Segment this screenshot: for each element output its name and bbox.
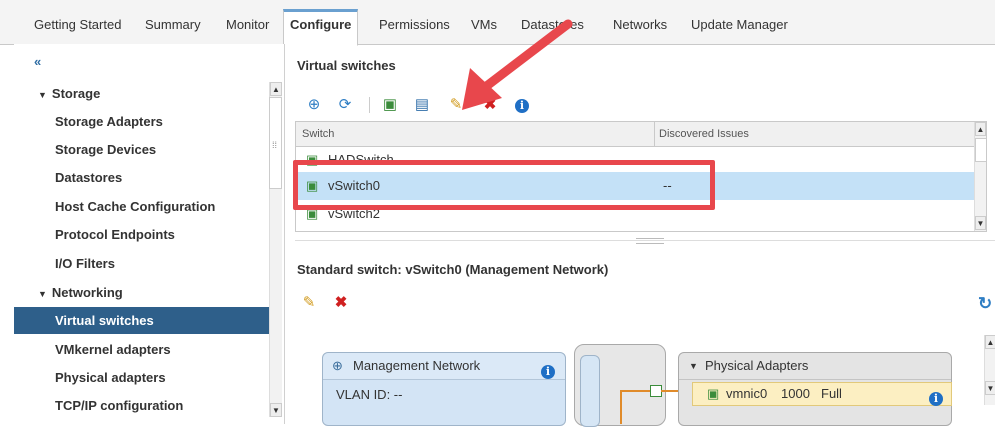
sidebar-item-physical-adapters[interactable]: Physical adapters — [14, 364, 270, 391]
scroll-down-icon[interactable]: ▼ — [975, 216, 986, 230]
adapter-speed: 1000 — [781, 386, 810, 401]
annotation-arrow-icon — [462, 19, 573, 110]
uplink-line — [620, 390, 622, 424]
sidebar-item-vmkernel-adapters[interactable]: VMkernel adapters — [14, 336, 270, 363]
scroll-up-icon[interactable]: ▲ — [270, 82, 282, 96]
tab-summary[interactable]: Summary — [139, 12, 207, 44]
collapse-triangle-icon[interactable]: ▼ — [689, 353, 698, 379]
tab-getting-started[interactable]: Getting Started — [28, 12, 127, 44]
sidebar-item-tcpip-configuration[interactable]: TCP/IP configuration — [14, 392, 270, 419]
standard-switch-title: Standard switch: vSwitch0 (Management Ne… — [297, 262, 609, 277]
tab-networks[interactable]: Networks — [607, 12, 673, 44]
sidebar-section-storage[interactable]: ▼ Storage — [14, 80, 270, 107]
collapse-sidebar-icon[interactable]: « — [34, 54, 41, 69]
sidebar-item-io-filters[interactable]: I/O Filters — [14, 250, 270, 277]
adapter-name: vmnic0 — [726, 386, 768, 401]
physical-adapters-label: Physical Adapters — [705, 358, 809, 373]
sidebar-item-storage-devices[interactable]: Storage Devices — [14, 136, 270, 163]
add-host-networking-icon[interactable]: ⊕ — [305, 96, 323, 114]
configure-sidebar: « ▼ Storage Storage Adapters Storage Devi… — [14, 44, 285, 424]
nic-icon: ▣ — [707, 386, 720, 401]
edit-pencil-icon[interactable]: ✎ — [300, 294, 318, 312]
annotation-highlight-box — [293, 160, 715, 210]
scroll-up-icon[interactable]: ▲ — [975, 122, 986, 136]
tab-monitor[interactable]: Monitor — [220, 12, 275, 44]
delete-x-icon[interactable]: ✖ — [332, 294, 350, 312]
toolbar-divider — [369, 97, 370, 113]
view-settings-icon[interactable]: ▤ — [413, 96, 431, 114]
resize-grip-icon[interactable]: ⁞⁞ — [272, 140, 277, 150]
refresh-icon[interactable]: ↻ — [978, 294, 992, 314]
collapse-triangle-icon: ▼ — [38, 90, 47, 100]
sidebar-item-virtual-switches[interactable]: Virtual switches — [14, 307, 270, 334]
physical-adapter-row[interactable]: ▣ vmnic0 1000 Full i — [692, 382, 952, 406]
table-scroll-thumb[interactable] — [975, 138, 986, 162]
column-header-discovered-issues[interactable]: Discovered Issues — [655, 122, 979, 147]
table-scrollbar[interactable]: ▲ ▼ — [974, 122, 986, 231]
tab-configure[interactable]: Configure — [283, 9, 359, 46]
diagram-scrollbar[interactable]: ▲ ▼ — [984, 335, 995, 405]
uplink-line — [620, 390, 650, 392]
info-icon[interactable]: i — [929, 387, 943, 409]
scroll-up-icon[interactable]: ▲ — [985, 335, 995, 349]
vlan-id-label: VLAN ID: -- — [336, 387, 403, 402]
section-title: Virtual switches — [297, 58, 396, 73]
tab-update-manager[interactable]: Update Manager — [685, 12, 794, 44]
collapse-triangle-icon: ▼ — [38, 289, 47, 299]
splitter-grip-icon[interactable] — [636, 238, 664, 244]
port-group-icon: ⊕ — [332, 358, 343, 373]
migrate-adapter-icon[interactable]: ▣ — [381, 96, 399, 114]
column-header-switch[interactable]: Switch — [296, 122, 655, 147]
port-group-box[interactable]: ⊕ Management Network i VLAN ID: -- — [322, 352, 566, 426]
adapter-duplex: Full — [821, 386, 842, 401]
scroll-down-icon[interactable]: ▼ — [985, 381, 995, 395]
refresh-icon[interactable]: ⟳ — [336, 96, 354, 114]
sidebar-item-storage-adapters[interactable]: Storage Adapters — [14, 108, 270, 135]
sidebar-item-host-cache-configuration[interactable]: Host Cache Configuration — [14, 193, 270, 220]
info-icon[interactable]: i — [541, 358, 555, 384]
sidebar-section-networking[interactable]: ▼ Networking — [14, 279, 270, 306]
sidebar-item-protocol-endpoints[interactable]: Protocol Endpoints — [14, 221, 270, 248]
port-group-name: Management Network — [353, 358, 481, 373]
scroll-down-icon[interactable]: ▼ — [270, 403, 282, 417]
sidebar-item-datastores[interactable]: Datastores — [14, 164, 270, 191]
port-group-header: ⊕ Management Network i — [323, 353, 565, 380]
virtual-switch-port-column — [580, 355, 600, 427]
physical-adapters-header: ▼ Physical Adapters — [679, 353, 951, 380]
